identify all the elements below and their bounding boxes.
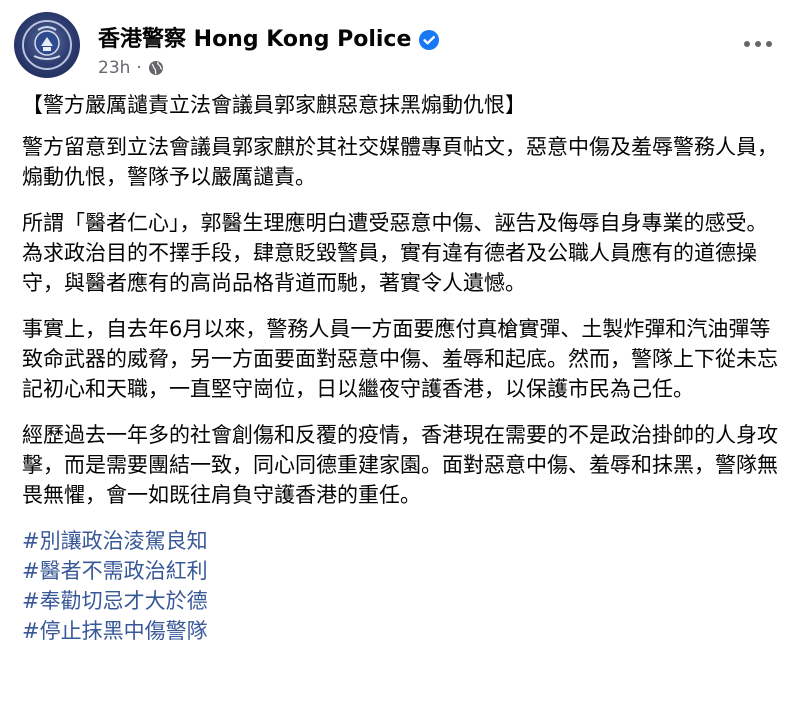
hashtag-link[interactable]: #停止抹黑中傷警隊 (22, 616, 780, 646)
post-paragraph: 所謂「醫者仁心」，郭醫生理應明白遭受惡意中傷、誣告及侮辱自身專業的感受。為求政治… (22, 211, 768, 295)
post-meta: 23h · (98, 58, 164, 78)
post-paragraph: 經歷過去一年多的社會創傷和反覆的疫情，香港現在需要的不是政治掛帥的人身攻擊，而是… (22, 423, 778, 507)
hashtag-link[interactable]: #別讓政治淩駕良知 (22, 526, 780, 556)
globe-icon[interactable] (148, 60, 164, 76)
hashtag-link[interactable]: #奉勸切忌才大於德 (22, 586, 780, 616)
hashtag-list: #別讓政治淩駕良知 #醫者不需政治紅利 #奉勸切忌才大於德 #停止抹黑中傷警隊 (22, 526, 780, 646)
more-dot (766, 41, 772, 47)
post-paragraph: 警方留意到立法會議員郭家麒於其社交媒體專頁帖文，惡意中傷及羞辱警務人員，煽動仇恨… (22, 135, 778, 189)
police-badge-icon (22, 20, 72, 70)
more-dot (744, 41, 750, 47)
more-dot (755, 41, 761, 47)
more-options-button[interactable] (740, 34, 776, 54)
post-body: 【警方嚴厲譴責立法會議員郭家麒惡意抹黑煽動仇恨】 警方留意到立法會議員郭家麒於其… (22, 90, 780, 646)
separator-dot: · (136, 58, 142, 78)
hashtag-link[interactable]: #醫者不需政治紅利 (22, 556, 780, 586)
post-paragraph: 事實上，自去年6月以來，警務人員一方面要應付真槍實彈、土製炸彈和汽油彈等致命武器… (22, 317, 778, 401)
post-title: 【警方嚴厲譴責立法會議員郭家麒惡意抹黑煽動仇恨】 (22, 93, 526, 117)
page-name[interactable]: 香港警察 Hong Kong Police (98, 26, 440, 54)
post-timestamp[interactable]: 23h (98, 58, 130, 78)
facebook-post: 香港警察 Hong Kong Police 23h · 【警方嚴厲譴責立法會議員… (0, 0, 800, 719)
verified-badge-icon (419, 30, 440, 50)
page-avatar[interactable] (14, 12, 80, 78)
post-header: 香港警察 Hong Kong Police 23h · (14, 12, 786, 82)
page-name-text[interactable]: 香港警察 Hong Kong Police (98, 26, 411, 54)
